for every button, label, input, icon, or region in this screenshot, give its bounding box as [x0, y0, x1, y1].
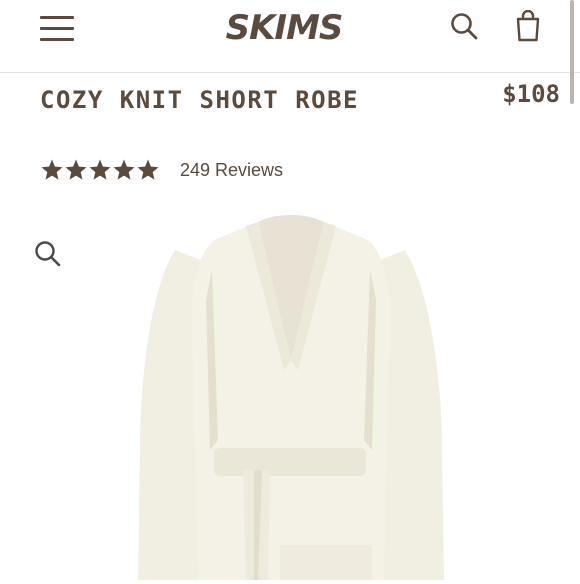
product-price: $108 — [502, 80, 560, 108]
star-icon — [113, 159, 135, 180]
shopping-bag-icon[interactable] — [514, 9, 542, 42]
star-icon — [41, 159, 63, 180]
product-image[interactable] — [0, 200, 580, 580]
star-icon — [89, 159, 111, 180]
search-icon[interactable] — [450, 12, 478, 40]
hamburger-menu-icon[interactable] — [40, 14, 76, 42]
rating-stars — [40, 158, 160, 182]
reviews-link[interactable]: 249 Reviews — [180, 160, 283, 181]
product-rating: 249 Reviews — [40, 158, 283, 182]
zoom-icon[interactable] — [34, 240, 62, 268]
star-icon — [65, 159, 87, 180]
star-icon — [137, 159, 159, 180]
site-header: SKIMS — [0, 0, 580, 73]
product-title: COZY KNIT SHORT ROBE — [40, 86, 359, 114]
scrollbar-thumb[interactable] — [570, 0, 574, 104]
brand-logo[interactable]: SKIMS — [206, 6, 362, 50]
